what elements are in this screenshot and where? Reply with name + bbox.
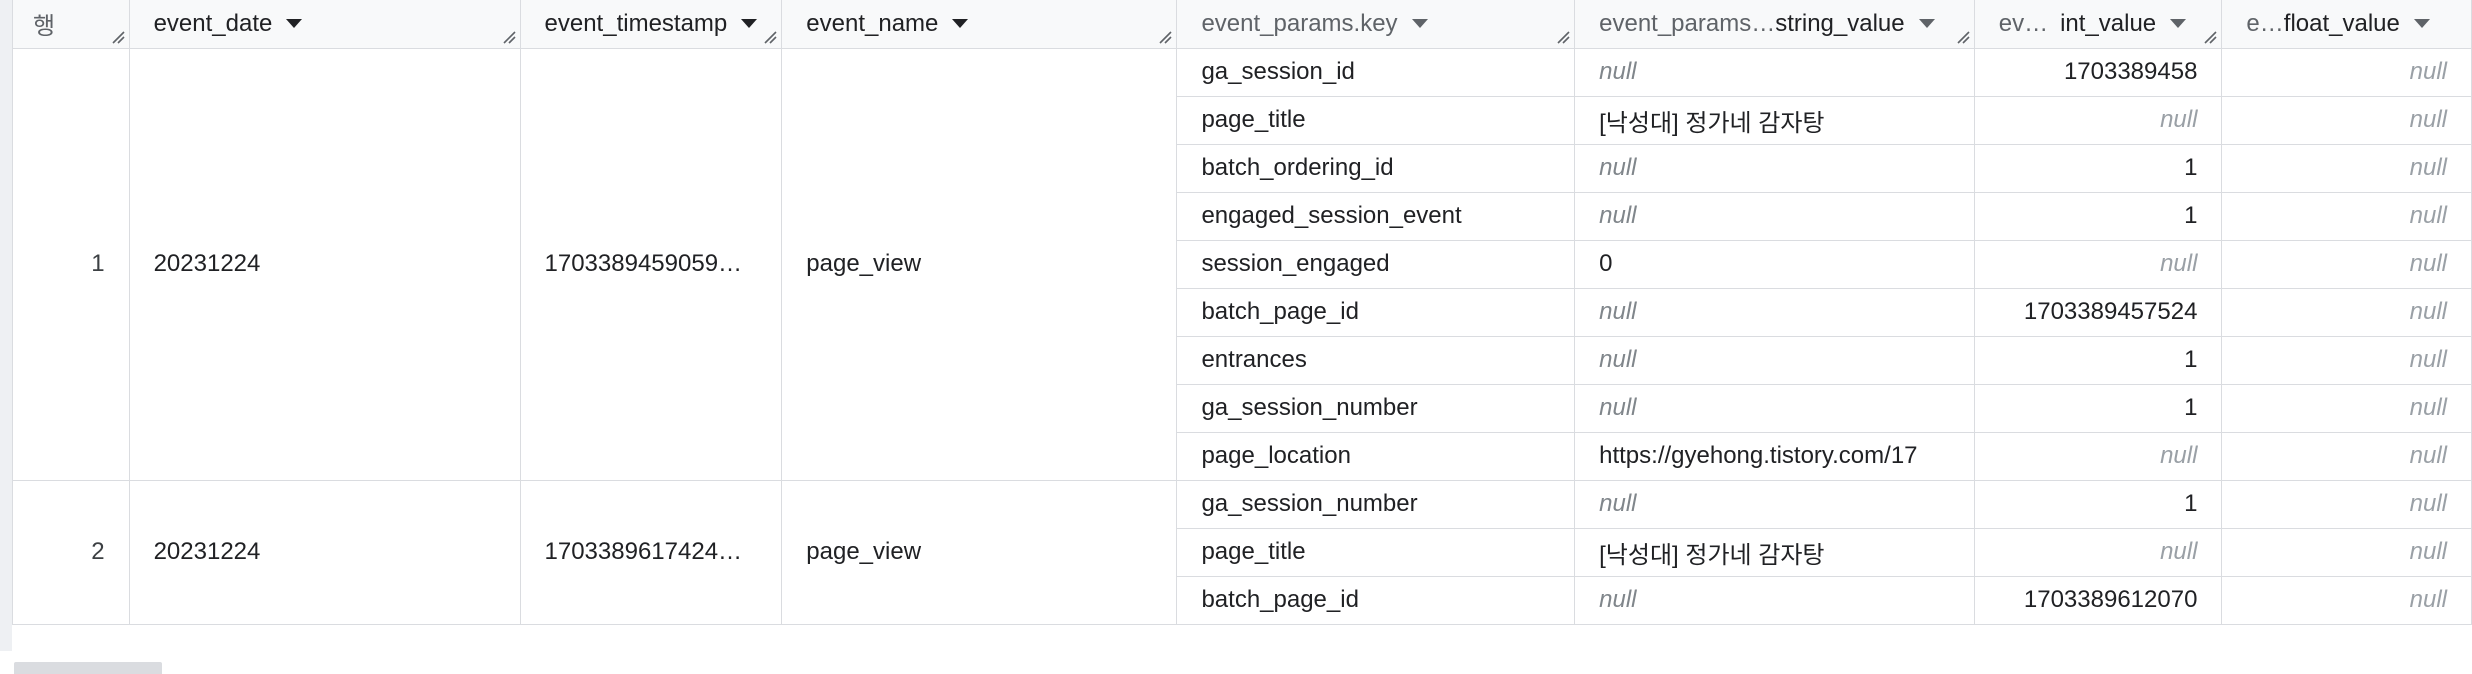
column-header-label: event_date bbox=[153, 9, 273, 37]
column-header-prefix: event_params… bbox=[1599, 9, 1776, 37]
param-int-value-cell[interactable]: 1703389612070 bbox=[1973, 575, 2223, 625]
param-string-value-cell[interactable]: null bbox=[1574, 191, 1975, 241]
param-string-value-cell[interactable]: [낙성대] 정가네 감자탕 bbox=[1574, 95, 1975, 145]
param-float-value-cell[interactable]: null bbox=[2221, 575, 2472, 625]
column-header-prefix: e… bbox=[2246, 9, 2284, 37]
param-float-value-cell[interactable]: null bbox=[2221, 479, 2472, 529]
param-key-cell[interactable]: ga_session_id bbox=[1176, 47, 1576, 97]
param-key-cell[interactable]: batch_page_id bbox=[1176, 287, 1576, 337]
param-key-cell[interactable]: batch_ordering_id bbox=[1176, 143, 1576, 193]
param-key-cell[interactable]: ga_session_number bbox=[1176, 479, 1576, 529]
param-float-value-cell[interactable]: null bbox=[2221, 431, 2472, 481]
column-resize-handle[interactable] bbox=[502, 30, 516, 44]
sort-dropdown-icon[interactable] bbox=[952, 19, 969, 29]
param-float-value-cell[interactable]: null bbox=[2221, 191, 2472, 241]
event-timestamp-cell[interactable]: 1703389459059… bbox=[519, 47, 783, 481]
column-header-label: event_params.key bbox=[1201, 9, 1398, 37]
results-grid: 행 event_date event_timestamp event_name … bbox=[12, 0, 2472, 625]
sort-dropdown-icon[interactable] bbox=[2170, 19, 2187, 29]
column-header-event-name[interactable]: event_name bbox=[781, 0, 1178, 49]
column-resize-handle[interactable] bbox=[111, 30, 125, 44]
param-string-value-cell[interactable]: null bbox=[1574, 479, 1975, 529]
param-float-value-cell[interactable]: null bbox=[2221, 47, 2472, 97]
param-string-value-cell[interactable]: null bbox=[1574, 287, 1975, 337]
table-row[interactable]: 2 20231224 1703389617424… page_view ga_sessi… bbox=[12, 479, 2472, 625]
param-string-value-cell[interactable]: null bbox=[1574, 335, 1975, 385]
param-int-value-cell[interactable]: null bbox=[1973, 239, 2223, 289]
column-header-event-timestamp[interactable]: event_timestamp bbox=[519, 0, 783, 49]
event-name-cell[interactable]: page_view bbox=[781, 479, 1178, 625]
param-int-value-cell[interactable]: 1 bbox=[1973, 335, 2223, 385]
param-key-cell[interactable]: session_engaged bbox=[1176, 239, 1576, 289]
param-int-value-cell[interactable]: null bbox=[1973, 431, 2223, 481]
param-int-value-cell[interactable]: null bbox=[1973, 95, 2223, 145]
param-float-value-cell[interactable]: null bbox=[2221, 239, 2472, 289]
param-float-value-cell[interactable]: null bbox=[2221, 383, 2472, 433]
event-timestamp-cell[interactable]: 1703389617424… bbox=[519, 479, 783, 625]
param-int-value-cell[interactable]: 1703389457524 bbox=[1973, 287, 2223, 337]
param-int-value-cell[interactable]: 1 bbox=[1973, 383, 2223, 433]
horizontal-scrollbar-track[interactable] bbox=[0, 651, 2472, 674]
column-header-label: event_timestamp bbox=[544, 9, 728, 37]
event-date-cell[interactable]: 20231224 bbox=[128, 47, 521, 481]
param-key-cell[interactable]: batch_page_id bbox=[1176, 575, 1576, 625]
sort-dropdown-icon[interactable] bbox=[1411, 19, 1428, 29]
param-key-cell[interactable]: engaged_session_event bbox=[1176, 191, 1576, 241]
column-resize-handle[interactable] bbox=[763, 30, 777, 44]
param-key-cell[interactable]: page_title bbox=[1176, 527, 1576, 577]
sort-dropdown-icon[interactable] bbox=[2413, 19, 2430, 29]
param-key-cell[interactable]: entrances bbox=[1176, 335, 1576, 385]
param-int-value-cell[interactable]: 1703389458 bbox=[1973, 47, 2223, 97]
param-string-value-cell[interactable]: null bbox=[1574, 575, 1975, 625]
column-header-prefix: ev… bbox=[1998, 9, 2049, 37]
param-string-value-cell[interactable]: 0 bbox=[1574, 239, 1975, 289]
param-string-value-cell[interactable]: null bbox=[1574, 47, 1975, 97]
column-resize-handle[interactable] bbox=[1956, 30, 1970, 44]
column-header-label: 행 bbox=[33, 13, 56, 41]
column-header-label: int_value bbox=[2060, 9, 2157, 37]
param-float-value-cell[interactable]: null bbox=[2221, 335, 2472, 385]
event-date-cell[interactable]: 20231224 bbox=[128, 479, 521, 625]
param-float-value-cell[interactable]: null bbox=[2221, 527, 2472, 577]
column-header-row-number[interactable]: 행 bbox=[12, 0, 130, 49]
column-header-label: event_name bbox=[806, 9, 939, 37]
horizontal-scrollbar-thumb[interactable] bbox=[14, 662, 162, 674]
param-key-cell[interactable]: page_location bbox=[1176, 431, 1576, 481]
header-row: 행 event_date event_timestamp event_name … bbox=[12, 0, 2472, 49]
column-resize-handle[interactable] bbox=[1158, 30, 1173, 44]
param-int-value-cell[interactable]: 1 bbox=[1973, 479, 2223, 529]
results-table: 행 event_date event_timestamp event_name … bbox=[12, 0, 2472, 625]
param-int-value-cell[interactable]: null bbox=[1973, 527, 2223, 577]
column-header-event-params-key[interactable]: event_params.key bbox=[1176, 0, 1576, 49]
table-row[interactable]: 1 20231224 1703389459059… page_view ga_sessi… bbox=[12, 47, 2472, 481]
column-header-label: float_value bbox=[2283, 9, 2400, 37]
sort-dropdown-icon[interactable] bbox=[741, 19, 758, 29]
sort-dropdown-icon[interactable] bbox=[286, 19, 303, 29]
param-int-value-cell[interactable]: 1 bbox=[1973, 191, 2223, 241]
column-header-event-date[interactable]: event_date bbox=[128, 0, 521, 49]
param-string-value-cell[interactable]: null bbox=[1574, 383, 1975, 433]
param-float-value-cell[interactable]: null bbox=[2221, 143, 2472, 193]
param-key-cell[interactable]: ga_session_number bbox=[1176, 383, 1576, 433]
param-string-value-cell[interactable]: [낙성대] 정가네 감자탕 bbox=[1574, 527, 1975, 577]
table-body: 1 20231224 1703389459059… page_view ga_sessi… bbox=[12, 47, 2472, 625]
row-number-cell[interactable]: 1 bbox=[12, 47, 130, 481]
param-string-value-cell[interactable]: null bbox=[1574, 143, 1975, 193]
column-header-label: string_value bbox=[1775, 9, 1905, 37]
column-resize-handle[interactable] bbox=[2203, 30, 2217, 44]
left-gutter bbox=[0, 0, 12, 674]
event-name-cell[interactable]: page_view bbox=[781, 47, 1178, 481]
param-string-value-cell[interactable]: https://gyehong.tistory.com/17 bbox=[1574, 431, 1975, 481]
column-header-string-value[interactable]: event_params… string_value bbox=[1574, 0, 1975, 49]
param-key-cell[interactable]: page_title bbox=[1176, 95, 1576, 145]
sort-dropdown-icon[interactable] bbox=[1918, 19, 1935, 29]
param-int-value-cell[interactable]: 1 bbox=[1973, 143, 2223, 193]
param-float-value-cell[interactable]: null bbox=[2221, 95, 2472, 145]
column-resize-handle[interactable] bbox=[1556, 30, 1570, 44]
param-float-value-cell[interactable]: null bbox=[2221, 287, 2472, 337]
column-header-int-value[interactable]: ev… int_value bbox=[1973, 0, 2223, 49]
row-number-cell[interactable]: 2 bbox=[12, 479, 130, 625]
column-header-float-value[interactable]: e… float_value bbox=[2221, 0, 2472, 49]
